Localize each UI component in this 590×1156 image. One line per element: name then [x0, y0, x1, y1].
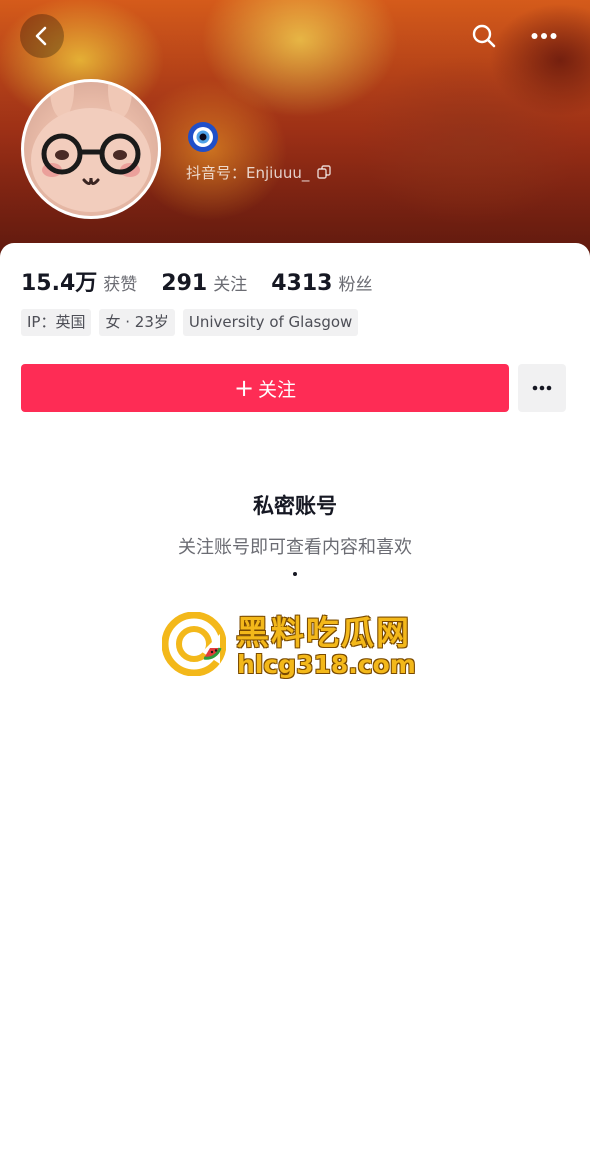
plus-icon: +	[233, 374, 255, 402]
search-icon	[472, 24, 496, 48]
profile-more-button[interactable]	[518, 364, 566, 412]
likes-count: 15.4万	[21, 271, 98, 296]
school-tag[interactable]: University of Glasgow	[182, 309, 359, 336]
more-options-button[interactable]	[522, 14, 566, 58]
following-label[interactable]: 关注	[213, 270, 247, 295]
follow-button[interactable]: + 关注	[21, 364, 509, 412]
watermark-url: hlcg318.com	[237, 650, 416, 679]
copy-icon	[317, 165, 332, 179]
handle-label: 抖音号：Enjiuuu_	[186, 163, 310, 182]
watermark-name: 黑料吃瓜网	[236, 613, 411, 652]
likes-label: 获赞	[103, 275, 138, 295]
private-account-title: 私密账号	[253, 494, 337, 518]
copy-handle-button[interactable]	[317, 165, 332, 179]
profile-tags: IP：英国 女 · 23岁 University of Glasgow	[21, 309, 366, 336]
avatar[interactable]	[21, 79, 161, 219]
chevron-left-icon	[35, 26, 47, 46]
user-handle: 抖音号：Enjiuuu_	[186, 160, 332, 184]
ip-location-tag: IP：英国	[21, 309, 92, 336]
profile-stats: 15.4万 获赞 291 关注 4313 粉丝	[21, 265, 396, 296]
divider-dot	[293, 572, 297, 576]
ellipsis-icon	[531, 33, 557, 39]
follow-label: 关注	[258, 378, 297, 401]
evil-eye-emoji-icon	[188, 122, 218, 152]
private-account-subtitle: 关注账号即可查看内容和喜欢	[178, 537, 412, 558]
gender-age-tag: 女 · 23岁	[99, 309, 175, 336]
ellipsis-icon	[532, 385, 552, 391]
followers-count[interactable]: 4313	[271, 271, 332, 296]
back-button[interactable]	[20, 14, 64, 58]
followers-label[interactable]: 粉丝	[338, 270, 372, 295]
watermark-logo-icon	[162, 612, 226, 676]
search-button[interactable]	[462, 14, 506, 58]
following-count[interactable]: 291	[161, 271, 207, 296]
